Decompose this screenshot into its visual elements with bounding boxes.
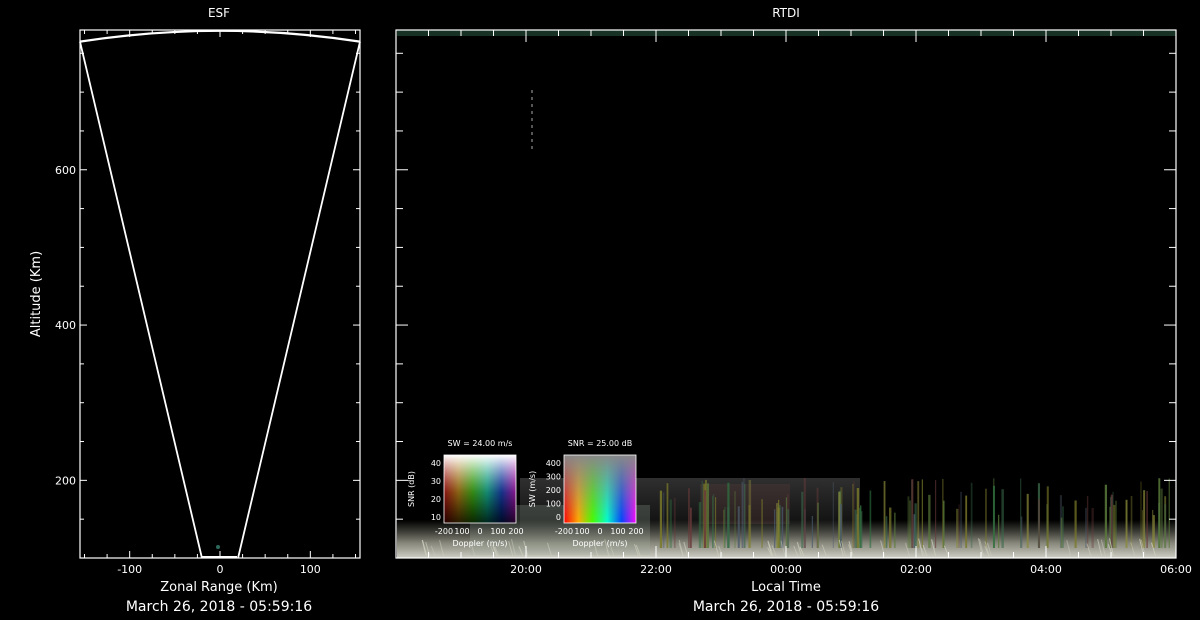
esf-ytick-label: 200 — [55, 474, 76, 487]
legend-xtick-label: 100 — [574, 527, 589, 536]
rtdi-date: March 26, 2018 - 05:59:16 — [693, 599, 879, 615]
esf-xtick-label: 100 — [300, 563, 321, 576]
legend-xtick-label: 0 — [477, 527, 482, 536]
legend-xtick-label: 100 — [454, 527, 469, 536]
legend-xtick-label: 0 — [597, 527, 602, 536]
legend-snr-gray-fade — [564, 455, 636, 523]
rtdi-xtick-label: 06:00 — [1160, 563, 1192, 576]
esf-beam-left-edge — [79, 41, 203, 559]
legend-ytick-label: 200 — [546, 486, 561, 495]
rtdi-xtick-label: 02:00 — [900, 563, 932, 576]
legend-ytick-label: 0 — [556, 513, 561, 522]
esf-echo — [216, 545, 220, 549]
esf-ylabel: Altitude (Km) — [29, 251, 44, 337]
legend-xtick-label: -200 — [435, 527, 453, 536]
esf-date: March 26, 2018 - 05:59:16 — [126, 599, 312, 615]
rtdi-tick-labels: 20:00 22:00 00:00 02:00 04:00 06:00 — [510, 563, 1192, 576]
rtdi-title: RTDI — [772, 6, 800, 20]
legend-ytick-label: 30 — [431, 477, 441, 486]
legend-sw-title: SW = 24.00 m/s — [448, 439, 513, 448]
legend-ytick-label: 400 — [546, 459, 561, 468]
legend-sw-xlabel: Doppler (m/s) — [452, 539, 507, 548]
esf-tick-labels: 200 400 600 -100 0 100 — [55, 164, 321, 576]
legend-xtick-label: 200 — [508, 527, 523, 536]
legend-snr-title: SNR = 25.00 dB — [568, 439, 632, 448]
legend-xtick-label: 200 — [628, 527, 643, 536]
legend-xtick-label: 100 — [610, 527, 625, 536]
esf-panel: ESF 200 400 600 -100 0 100 Zonal Range (Km) M… — [29, 6, 361, 615]
legend-ytick-label: 40 — [431, 459, 441, 468]
legend-xtick-label: 100 — [490, 527, 505, 536]
legend-ytick-label: 20 — [431, 495, 441, 504]
rtdi-panel: RTDI 20:00 22:00 00:00 02:00 04:00 06:00 Loca… — [395, 6, 1192, 615]
rtdi-xtick-label: 20:00 — [510, 563, 542, 576]
rtdi-xtick-label: 00:00 — [770, 563, 802, 576]
legend-snr-xlabel: Doppler (m/s) — [572, 539, 627, 548]
rtdi-xlabel: Local Time — [751, 580, 821, 595]
legend-ytick-label: 300 — [546, 473, 561, 482]
figure: ESF 200400600-100 0 100 Zonal Range (Km) M… — [29, 6, 1192, 615]
esf-ytick-label: 600 — [55, 164, 76, 177]
esf-beam-right-edge — [237, 41, 361, 559]
legend-sw-ylabel: SNR (dB) — [407, 471, 416, 507]
legend-snr-ylabel: SW (m/s) — [528, 471, 537, 507]
esf-frame — [79, 29, 361, 559]
legend-sw-dark-fade — [444, 455, 516, 523]
esf-xtick-label: 0 — [217, 563, 224, 576]
esf-ytick-label: 400 — [55, 319, 76, 332]
rtdi-xtick-label: 04:00 — [1030, 563, 1062, 576]
esf-ticks — [80, 30, 360, 558]
legend-ytick-label: 100 — [546, 500, 561, 509]
esf-xtick-label: -100 — [117, 563, 142, 576]
legend-ytick-label: 10 — [431, 513, 441, 522]
esf-xlabel: Zonal Range (Km) — [160, 580, 277, 595]
esf-title: ESF — [208, 6, 230, 20]
rtdi-xtick-label: 22:00 — [640, 563, 672, 576]
legend-xtick-label: -200 — [555, 527, 573, 536]
